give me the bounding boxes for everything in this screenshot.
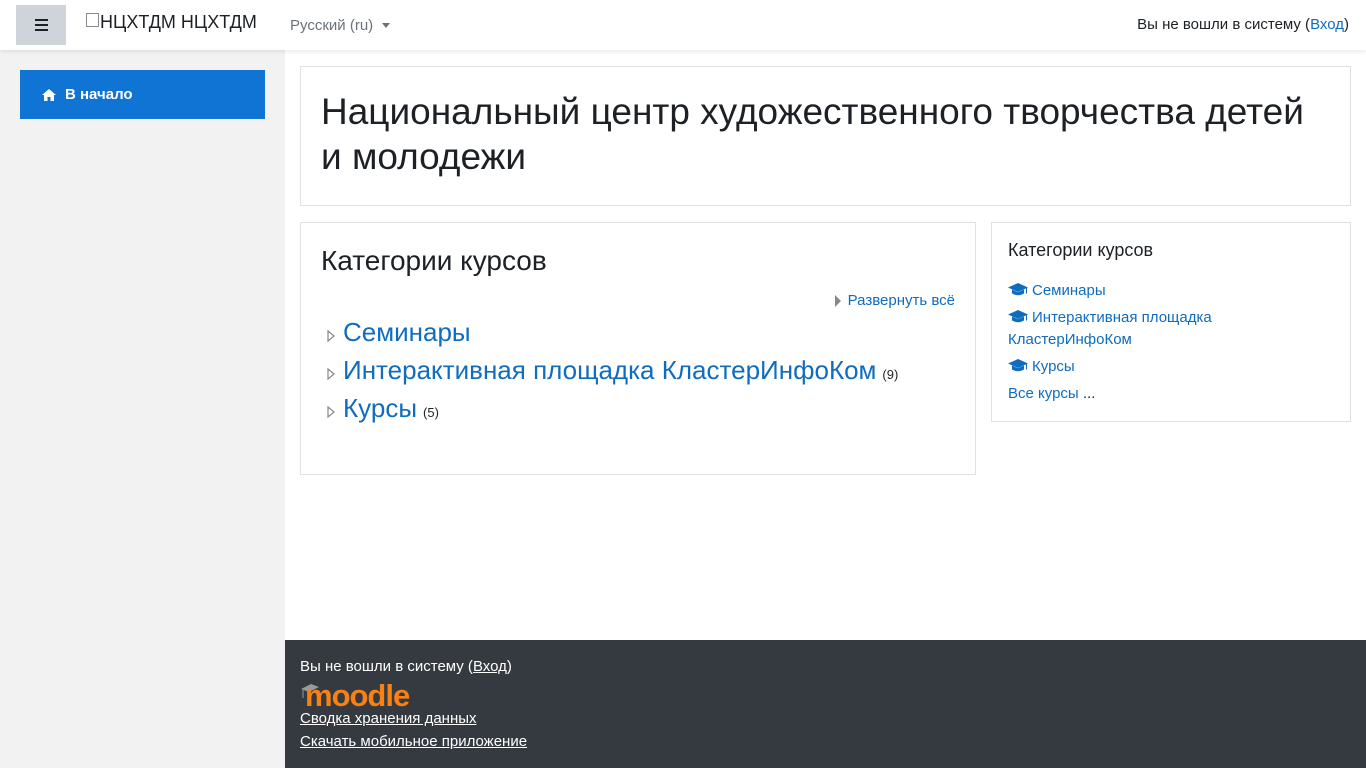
login-info-text: Вы не вошли в систему ( bbox=[1137, 16, 1311, 33]
category-item: Семинары bbox=[327, 317, 898, 355]
login-link[interactable]: Вход bbox=[1310, 16, 1344, 33]
moodle-logo-link[interactable]: moodle bbox=[299, 676, 419, 713]
graduation-cap-icon bbox=[1008, 283, 1028, 296]
footer-login-link[interactable]: Вход bbox=[473, 658, 507, 675]
all-courses-row: Все курсы ... bbox=[1008, 383, 1338, 405]
graduation-cap-icon bbox=[1008, 310, 1028, 323]
block-link-clusterinfocom[interactable]: Интерактивная площадка КластерИнфоКом bbox=[1008, 309, 1212, 348]
block-category-list: Семинары Интерактивная площадка КластерИ… bbox=[1008, 280, 1338, 410]
footer-login-text: Вы не вошли в систему ( bbox=[300, 658, 473, 675]
site-logo-alt-text: НЦХТДМ bbox=[100, 12, 176, 32]
language-label: Русский (ru) bbox=[290, 17, 374, 34]
category-count: (5) bbox=[423, 405, 439, 420]
block-category-item: Интерактивная площадка КластерИнфоКом bbox=[1008, 307, 1338, 351]
category-link-courses[interactable]: Курсы bbox=[343, 393, 417, 424]
drawer-item-home[interactable]: В начало bbox=[20, 70, 265, 119]
category-item: Курсы (5) bbox=[327, 393, 898, 431]
block-link-courses[interactable]: Курсы bbox=[1032, 358, 1075, 375]
footer-login-suffix: ) bbox=[506, 658, 512, 675]
category-item: Интерактивная площадка КластерИнфоКом (9… bbox=[327, 355, 898, 393]
nav-drawer: В начало bbox=[0, 50, 285, 768]
top-navbar: НЦХТДМ НЦХТДМ Русский (ru) Вы не вошли в… bbox=[0, 0, 1366, 50]
site-name: НЦХТДМ bbox=[180, 12, 257, 32]
all-courses-ellipsis: ... bbox=[1078, 385, 1096, 402]
home-icon bbox=[42, 88, 56, 101]
login-info: Вы не вошли в систему (Вход) bbox=[1137, 16, 1349, 33]
block-title: Категории курсов bbox=[1008, 240, 1154, 260]
categories-block: Категории курсов Семинары Интерактивная … bbox=[991, 222, 1351, 422]
language-menu[interactable]: Русский (ru) bbox=[290, 17, 391, 34]
moodle-logo-text: moodle bbox=[305, 678, 410, 710]
page-header: Национальный центр художественного творч… bbox=[300, 66, 1351, 206]
footer-login-info: Вы не вошли в систему (Вход) bbox=[300, 658, 512, 675]
all-courses-link[interactable]: Все курсы bbox=[1008, 385, 1079, 402]
site-brand-link[interactable]: НЦХТДМ НЦХТДМ bbox=[86, 12, 257, 33]
graduation-cap-icon bbox=[1008, 359, 1028, 372]
data-retention-link[interactable]: Сводка хранения данных bbox=[300, 710, 477, 727]
expand-all-label: Развернуть всё bbox=[847, 292, 955, 309]
expand-triangle-icon bbox=[834, 294, 841, 307]
hamburger-icon bbox=[34, 19, 48, 31]
category-list: Семинары Интерактивная площадка КластерИ… bbox=[327, 317, 898, 431]
block-category-item: Семинары bbox=[1008, 280, 1338, 302]
block-link-seminars[interactable]: Семинары bbox=[1032, 282, 1106, 299]
collapsed-triangle-icon[interactable] bbox=[327, 330, 335, 342]
category-count: (9) bbox=[882, 367, 899, 382]
drawer-item-label: В начало bbox=[65, 86, 133, 103]
category-link-seminars[interactable]: Семинары bbox=[343, 317, 471, 348]
drawer-toggle-button[interactable] bbox=[16, 5, 66, 45]
broken-image-icon bbox=[86, 12, 99, 27]
page-title: Национальный центр художественного творч… bbox=[321, 91, 1304, 177]
section-title: Категории курсов bbox=[321, 245, 547, 276]
page-footer: Вы не вошли в систему (Вход) moodle Свод… bbox=[285, 640, 1366, 768]
expand-all-link[interactable]: Развернуть всё bbox=[834, 292, 955, 309]
mobile-app-link[interactable]: Скачать мобильное приложение bbox=[300, 733, 527, 750]
category-link-clusterinfocom[interactable]: Интерактивная площадка КластерИнфоКом bbox=[343, 355, 876, 386]
caret-down-icon bbox=[382, 23, 391, 28]
collapsed-triangle-icon[interactable] bbox=[327, 368, 335, 380]
block-category-item: Курсы bbox=[1008, 356, 1338, 378]
course-categories-section: Категории курсов Развернуть всё Семинары… bbox=[300, 222, 976, 475]
moodle-logo: moodle bbox=[301, 678, 411, 713]
site-logo-broken-image: НЦХТДМ bbox=[86, 12, 176, 33]
login-info-suffix: ) bbox=[1344, 16, 1349, 33]
collapsed-triangle-icon[interactable] bbox=[327, 406, 335, 418]
